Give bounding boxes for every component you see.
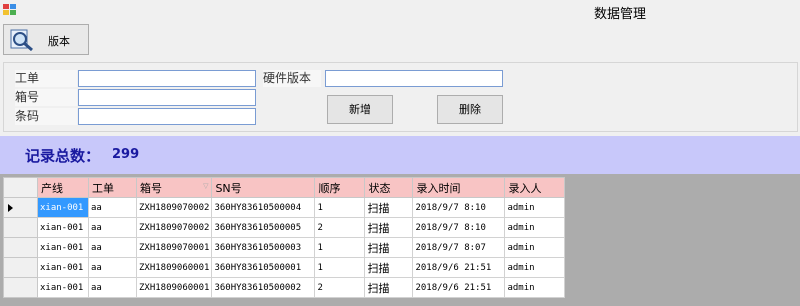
hw-version-label: 硬件版本 [263, 70, 321, 87]
version-button-label: 版本 [48, 35, 70, 48]
cell-entry-time[interactable]: 2018/9/6 21:51 [412, 277, 506, 298]
cell-sequence[interactable]: 1 [314, 237, 366, 258]
cell-box-no[interactable]: ZXH1809060001 [135, 277, 213, 298]
cell-sn[interactable]: 360HY83610500004 [211, 197, 316, 218]
cell-operator[interactable]: admin [504, 257, 566, 278]
cell-line[interactable]: xian-001 [37, 237, 89, 258]
delete-button[interactable]: 删除 [437, 95, 503, 124]
record-count-label: 记录总数： [25, 147, 101, 165]
barcode-input[interactable] [78, 108, 256, 125]
cell-box-no[interactable]: ZXH1809070002 [135, 197, 213, 218]
data-grid-area: 产线 工单 ▽ 箱号 SN号 顺序 状态 录入时间 录入人 xian-001 aa… [0, 174, 800, 306]
cell-sn[interactable]: 360HY83610500005 [211, 217, 316, 238]
cell-entry-time[interactable]: 2018/9/7 8:10 [412, 197, 506, 218]
app-icon [3, 4, 17, 16]
column-header[interactable]: 状态 [364, 177, 414, 198]
cell-status[interactable]: 扫描 [364, 197, 414, 218]
cell-entry-time[interactable]: 2018/9/7 8:07 [412, 237, 506, 258]
cell-work-order[interactable]: aa [88, 197, 137, 218]
work-order-input[interactable] [78, 70, 256, 87]
cell-work-order[interactable]: aa [88, 237, 137, 258]
cell-status[interactable]: 扫描 [364, 277, 414, 298]
row-header[interactable] [3, 257, 38, 278]
cell-sn[interactable]: 360HY83610500003 [211, 237, 316, 258]
cell-operator[interactable]: admin [504, 277, 566, 298]
cell-work-order[interactable]: aa [88, 277, 137, 298]
sort-arrow-icon: ▽ [203, 181, 209, 190]
column-header[interactable]: 录入时间 [412, 177, 506, 198]
data-grid: 产线 工单 ▽ 箱号 SN号 顺序 状态 录入时间 录入人 xian-001 aa… [3, 177, 566, 298]
cell-box-no[interactable]: ZXH1809070002 [135, 217, 213, 238]
cell-sequence[interactable]: 2 [314, 217, 366, 238]
table-row[interactable]: xian-001 aa ZXH1809070002 360HY836105000… [3, 217, 566, 238]
column-header-label: 箱号 [140, 181, 162, 195]
box-no-label: 箱号 [15, 89, 77, 106]
magnifier-icon [10, 29, 33, 51]
table-row[interactable]: xian-001 aa ZXH1809070002 360HY836105000… [3, 197, 566, 218]
row-header[interactable] [3, 277, 38, 298]
cell-operator[interactable]: admin [504, 197, 566, 218]
cell-entry-time[interactable]: 2018/9/6 21:51 [412, 257, 506, 278]
column-header[interactable]: SN号 [211, 177, 316, 198]
cell-status[interactable]: 扫描 [364, 217, 414, 238]
row-header[interactable] [3, 217, 38, 238]
cell-sequence[interactable]: 1 [314, 257, 366, 278]
cell-operator[interactable]: admin [504, 217, 566, 238]
toolbar: 版本 [0, 22, 800, 60]
cell-line[interactable]: xian-001 [37, 197, 89, 218]
table-row[interactable]: xian-001 aa ZXH1809070001 360HY836105000… [3, 237, 566, 258]
row-header-corner [3, 177, 38, 198]
cell-box-no[interactable]: ZXH1809070001 [135, 237, 213, 258]
cell-box-no[interactable]: ZXH1809060001 [135, 257, 213, 278]
table-row[interactable]: xian-001 aa ZXH1809060001 360HY836105000… [3, 277, 566, 298]
hw-version-input[interactable] [325, 70, 503, 87]
cell-status[interactable]: 扫描 [364, 237, 414, 258]
cell-operator[interactable]: admin [504, 237, 566, 258]
column-header[interactable]: ▽ 箱号 [135, 177, 213, 198]
table-row[interactable]: xian-001 aa ZXH1809060001 360HY836105000… [3, 257, 566, 278]
cell-sn[interactable]: 360HY83610500001 [211, 257, 316, 278]
search-panel: 工单 箱号 条码 硬件版本 新增 删除 [3, 62, 798, 132]
cell-line[interactable]: xian-001 [37, 257, 89, 278]
cell-sequence[interactable]: 1 [314, 197, 366, 218]
column-header[interactable]: 录入人 [504, 177, 566, 198]
column-header[interactable]: 工单 [88, 177, 137, 198]
row-header[interactable] [3, 197, 38, 218]
cell-sequence[interactable]: 2 [314, 277, 366, 298]
cell-work-order[interactable]: aa [88, 257, 137, 278]
row-header[interactable] [3, 237, 38, 258]
cell-status[interactable]: 扫描 [364, 257, 414, 278]
window-title: 数据管理 [594, 7, 647, 22]
work-order-label: 工单 [15, 70, 77, 87]
add-button[interactable]: 新增 [327, 95, 393, 124]
column-header[interactable]: 产线 [37, 177, 89, 198]
cell-line[interactable]: xian-001 [37, 277, 89, 298]
cell-sn[interactable]: 360HY83610500002 [211, 277, 316, 298]
record-count-bar: 记录总数： 299 [0, 136, 800, 174]
record-count-value: 299 [112, 147, 140, 162]
version-button[interactable]: 版本 [3, 24, 89, 55]
cell-entry-time[interactable]: 2018/9/7 8:10 [412, 217, 506, 238]
title-bar: 数据管理 [0, 0, 800, 22]
cell-line[interactable]: xian-001 [37, 217, 89, 238]
cell-work-order[interactable]: aa [88, 217, 137, 238]
grid-header-row: 产线 工单 ▽ 箱号 SN号 顺序 状态 录入时间 录入人 [3, 177, 566, 198]
barcode-label: 条码 [15, 108, 77, 125]
row-pointer-icon [8, 204, 13, 212]
box-no-input[interactable] [78, 89, 256, 106]
column-header[interactable]: 顺序 [314, 177, 366, 198]
